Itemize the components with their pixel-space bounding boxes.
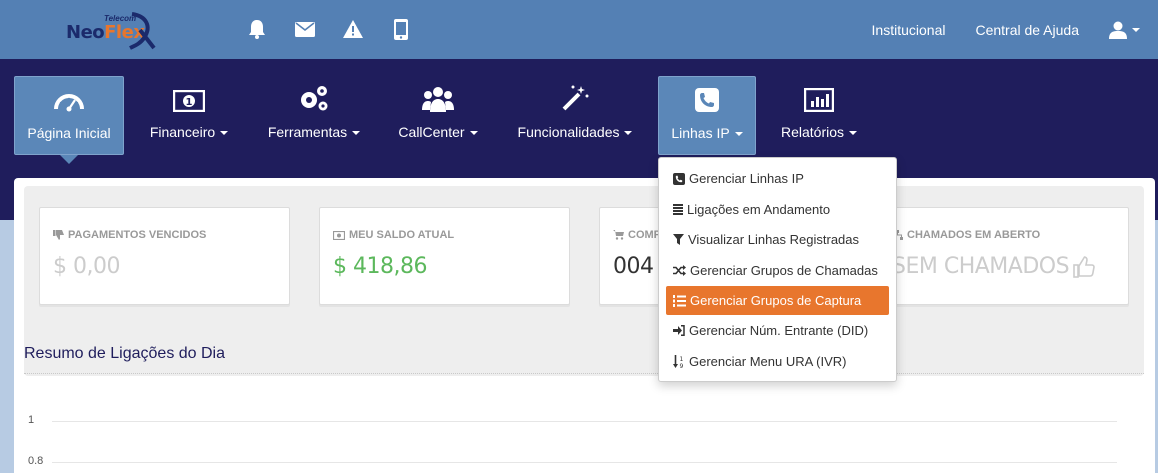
menu-item-label: Ligações em Andamento	[687, 202, 831, 217]
nav-label: Relatórios	[781, 124, 858, 140]
bell-icon[interactable]	[233, 16, 281, 42]
menu-item-linhas-registradas[interactable]: Visualizar Linhas Registradas	[666, 225, 889, 254]
money-icon	[333, 230, 345, 240]
nav-funcionalidades[interactable]: Funcionalidades	[510, 76, 640, 155]
chevron-down-icon	[624, 131, 633, 136]
page-background-left	[0, 220, 14, 473]
mobile-icon[interactable]	[377, 16, 425, 42]
card-title: COMP	[628, 229, 661, 241]
thumbs-up-icon	[1073, 255, 1095, 278]
menu-item-grupos-captura[interactable]: Gerenciar Grupos de Captura	[666, 286, 889, 315]
menu-item-label: Gerenciar Grupos de Captura	[690, 293, 862, 308]
card-title: MEU SALDO ATUAL	[349, 229, 455, 241]
nav-label: CallCenter	[398, 124, 478, 140]
list-icon	[673, 204, 683, 215]
menu-item-label: Gerenciar Grupos de Chamadas	[690, 263, 878, 278]
nav-callcenter[interactable]: CallCenter	[392, 76, 484, 155]
neoflex-logo[interactable]: Telecom NeoFlex	[64, 8, 164, 50]
top-links: Institucional Central de Ajuda	[872, 0, 1158, 59]
shopping-cart-icon	[613, 230, 624, 240]
menu-item-label: Gerenciar Núm. Entrante (DID)	[689, 323, 869, 338]
card-meu-saldo: MEU SALDO ATUAL $ 418,86	[319, 207, 570, 305]
help-center-link[interactable]: Central de Ajuda	[975, 22, 1079, 38]
phone-square-icon	[673, 172, 685, 185]
card-value: $ 418,86	[333, 254, 427, 279]
chevron-down-icon	[849, 131, 858, 136]
magic-wand-icon	[561, 76, 589, 116]
user-icon	[1109, 21, 1127, 39]
nav-label: Linhas IP	[671, 125, 743, 141]
card-chamados-aberto: CHAMADOS EM ABERTO SEM CHAMADOS	[878, 207, 1129, 305]
menu-item-label: Visualizar Linhas Registradas	[688, 232, 860, 247]
nav-label: Financeiro	[150, 124, 229, 140]
chevron-down-icon	[220, 131, 229, 136]
nav-relatorios[interactable]: Relatórios	[774, 76, 864, 155]
nav-ferramentas[interactable]: Ferramentas	[260, 76, 368, 155]
phone-icon	[694, 77, 720, 117]
card-title: CHAMADOS EM ABERTO	[907, 229, 1041, 241]
chevron-down-icon	[1132, 27, 1140, 32]
gears-icon	[298, 76, 330, 116]
y-tick-label: 1	[28, 414, 35, 426]
grid-line	[52, 462, 1117, 463]
nav-label: Funcionalidades	[518, 124, 633, 140]
section-title: Resumo de Ligações do Dia	[24, 345, 226, 362]
institucional-link[interactable]: Institucional	[872, 22, 946, 38]
sort-numeric-icon: 19	[673, 354, 684, 369]
warning-icon[interactable]	[329, 16, 377, 42]
filter-icon	[673, 234, 684, 245]
chevron-down-icon	[352, 131, 361, 136]
card-title: PAGAMENTOS VENCIDOS	[68, 229, 207, 241]
linhas-ip-dropdown-menu: Gerenciar Linhas IP Ligações em Andament…	[658, 157, 897, 382]
top-bar: Telecom NeoFlex Institucional Central de…	[0, 0, 1158, 59]
users-icon	[422, 76, 454, 116]
nav-label: Ferramentas	[268, 124, 361, 140]
list-ol-icon	[673, 294, 686, 307]
section-divider	[24, 373, 1144, 374]
card-value-wrap: SEM CHAMADOS	[892, 254, 1095, 279]
card-pagamentos-vencidos: PAGAMENTOS VENCIDOS $ 0,00	[39, 207, 290, 305]
random-icon	[673, 265, 686, 276]
nav-pagina-inicial[interactable]: Página Inicial	[14, 76, 124, 155]
menu-item-ligacoes-andamento[interactable]: Ligações em Andamento	[666, 195, 889, 224]
menu-item-label: Gerenciar Linhas IP	[689, 171, 804, 186]
envelope-icon[interactable]	[281, 16, 329, 42]
nav-linhas-ip[interactable]: Linhas IP	[658, 76, 756, 155]
sign-in-icon	[673, 325, 685, 336]
chevron-down-icon	[469, 131, 478, 136]
user-menu[interactable]	[1109, 21, 1140, 39]
chevron-down-icon	[734, 132, 743, 137]
menu-item-num-entrante[interactable]: Gerenciar Núm. Entrante (DID)	[666, 316, 889, 345]
money-icon: 1	[173, 76, 205, 116]
bar-chart-icon	[804, 76, 834, 116]
menu-item-label: Gerenciar Menu URA (IVR)	[689, 354, 847, 369]
logo-swoosh-icon	[129, 12, 156, 50]
menu-item-grupos-chamadas[interactable]: Gerenciar Grupos de Chamadas	[666, 256, 889, 285]
card-value: $ 0,00	[53, 254, 120, 279]
nav-financeiro[interactable]: 1 Financeiro	[140, 76, 238, 155]
svg-text:1: 1	[186, 97, 193, 108]
active-nav-pointer	[60, 155, 78, 164]
menu-item-gerenciar-linhas-ip[interactable]: Gerenciar Linhas IP	[666, 164, 889, 193]
dashboard-icon	[54, 77, 84, 117]
svg-text:1: 1	[680, 356, 684, 363]
thumbs-down-icon	[53, 230, 64, 240]
nav-label: Página Inicial	[27, 125, 111, 141]
svg-text:9: 9	[680, 363, 684, 369]
y-tick-label: 0.8	[28, 455, 44, 467]
notification-icons	[233, 16, 425, 42]
grid-line	[52, 421, 1117, 422]
menu-item-menu-ura[interactable]: 19 Gerenciar Menu URA (IVR)	[666, 347, 889, 376]
card-value: SEM CHAMADOS	[892, 254, 1070, 279]
